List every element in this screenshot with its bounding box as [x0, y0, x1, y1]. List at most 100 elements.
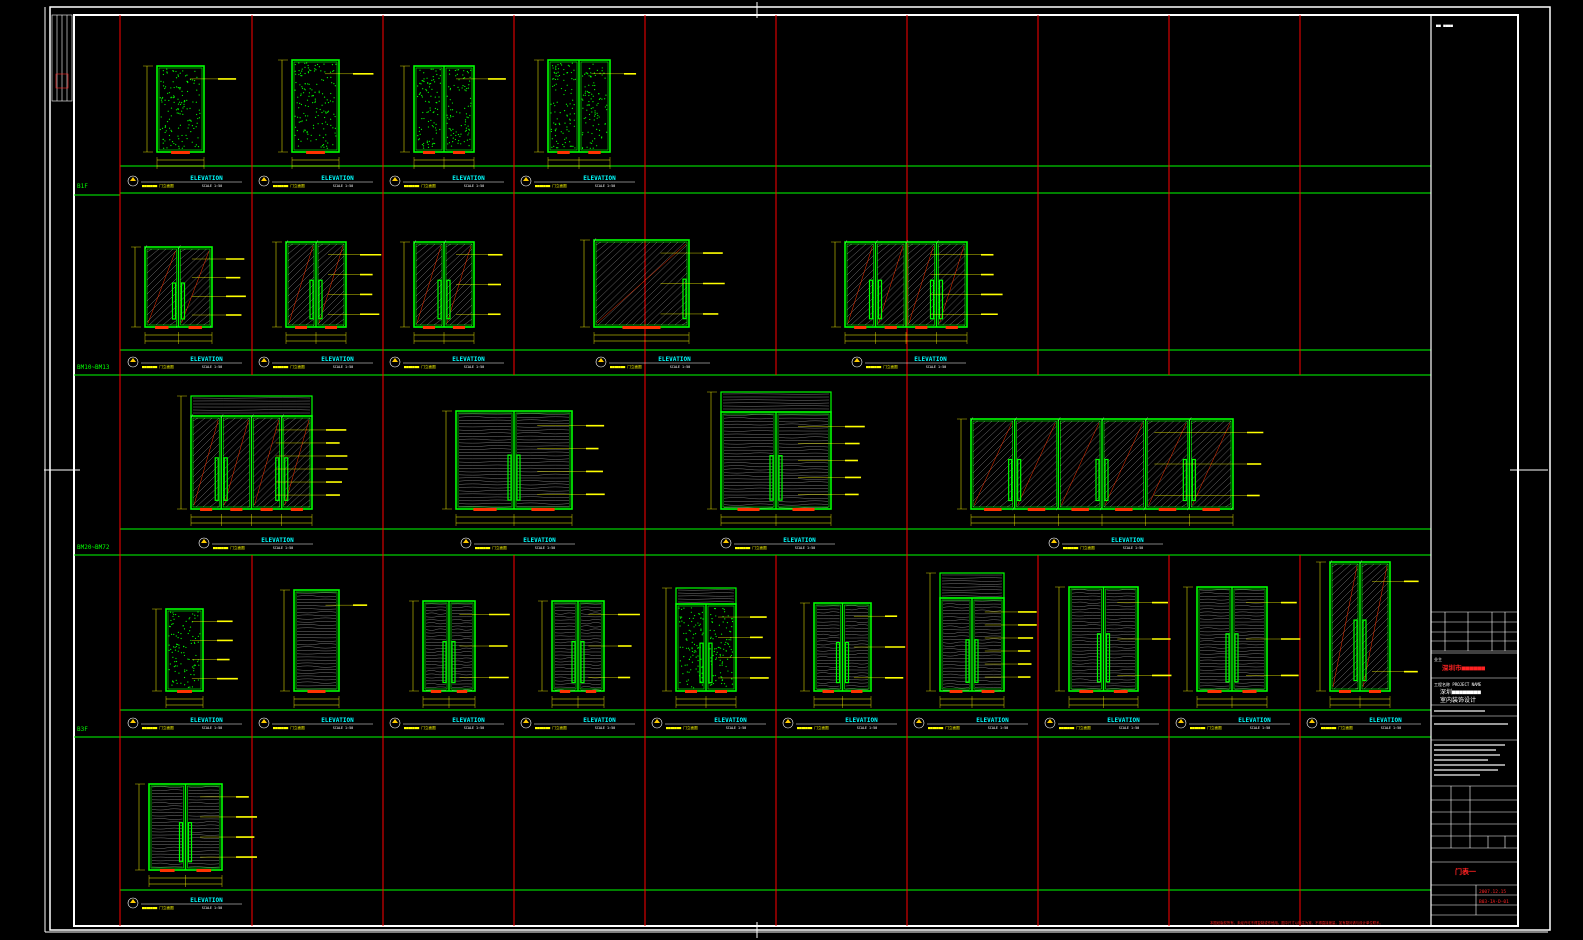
stone-texture-dot	[690, 607, 693, 609]
project-name-line-2: 室内装饰设计	[1440, 696, 1476, 704]
stone-texture-dot	[554, 134, 557, 137]
stone-texture-dot	[450, 145, 453, 147]
stone-texture-dot	[168, 625, 171, 627]
stone-texture-dot	[573, 79, 575, 81]
stone-texture-dot	[699, 623, 701, 625]
stone-texture-dot	[163, 147, 165, 149]
elevation-word: ELEVATION	[976, 717, 1009, 724]
stone-texture-dot	[593, 82, 595, 84]
stone-texture-dot	[316, 83, 318, 85]
stone-texture-dot	[468, 132, 470, 134]
stone-texture-dot	[592, 147, 594, 149]
stone-texture-dot	[585, 117, 587, 119]
stone-texture-dot	[335, 135, 337, 137]
stone-texture-dot	[327, 111, 329, 113]
stone-texture-dot	[321, 111, 323, 114]
stone-texture-dot	[309, 88, 311, 90]
stone-texture-dot	[448, 73, 451, 75]
stone-texture-dot	[325, 111, 327, 113]
stone-texture-dot	[193, 680, 196, 682]
stone-texture-dot	[601, 98, 603, 100]
elevation-word: ELEVATION	[190, 897, 223, 904]
stone-texture-dot	[553, 71, 555, 73]
stone-texture-dot	[700, 628, 702, 630]
stone-texture-dot	[691, 661, 694, 663]
tag-title: ■■■■■■■ 门立面图	[1321, 725, 1353, 730]
tag-scale: SCALE 1:50	[464, 184, 484, 188]
stone-texture-dot	[193, 670, 195, 672]
stone-texture-dot	[464, 119, 467, 121]
stone-texture-dot	[188, 119, 190, 121]
stone-texture-dot	[454, 69, 456, 72]
stone-texture-dot	[159, 128, 161, 131]
stone-texture-dot	[182, 70, 184, 72]
tag-title: ■■■■■■■ 门立面图	[666, 725, 698, 730]
elevation-word: ELEVATION	[452, 175, 485, 182]
stone-texture-dot	[462, 85, 464, 87]
stone-texture-dot	[455, 131, 457, 133]
stone-texture-dot	[470, 69, 472, 71]
stone-texture-dot	[557, 147, 559, 149]
stone-texture-dot	[450, 130, 452, 132]
stone-texture-dot	[300, 103, 303, 106]
stone-texture-dot	[303, 88, 305, 90]
stone-texture-dot	[446, 136, 449, 139]
stone-texture-dot	[715, 680, 717, 682]
stone-texture-dot	[196, 89, 198, 91]
stone-texture-dot	[315, 111, 317, 113]
stone-texture-dot	[582, 99, 584, 101]
stone-texture-dot	[690, 669, 692, 671]
floor-hinge	[1207, 690, 1222, 693]
stone-texture-dot	[693, 651, 695, 653]
stone-texture-dot	[170, 96, 172, 98]
elevation-word: ELEVATION	[190, 175, 223, 182]
stone-texture-dot	[171, 684, 173, 686]
floor-hinge	[1115, 508, 1133, 511]
stone-texture-dot	[194, 614, 196, 616]
tag-scale: SCALE 1:50	[1123, 546, 1143, 550]
stone-texture-dot	[715, 653, 717, 656]
stone-texture-dot	[701, 611, 703, 614]
elevation-word: ELEVATION	[1238, 717, 1271, 724]
stone-texture-dot	[722, 654, 724, 656]
stone-texture-dot	[569, 119, 571, 121]
stone-texture-dot	[588, 104, 590, 106]
stone-texture-dot	[432, 79, 435, 81]
stone-texture-dot	[190, 642, 192, 644]
tag-title: ■■■■■■■ 门立面图	[273, 364, 305, 369]
stone-texture-dot	[174, 665, 176, 667]
stone-texture-dot	[177, 127, 180, 129]
stone-texture-dot	[173, 633, 175, 635]
stone-texture-dot	[713, 607, 716, 610]
tag-scale: SCALE 1:50	[595, 184, 615, 188]
stone-texture-dot	[168, 649, 170, 651]
stone-texture-dot	[332, 144, 334, 146]
stone-texture-dot	[593, 115, 596, 117]
stone-texture-dot	[179, 103, 182, 106]
stone-texture-dot	[197, 679, 199, 681]
drawing-date: 2007.12.15	[1479, 889, 1506, 895]
stone-texture-dot	[184, 671, 186, 673]
row-label-1: B1F	[77, 183, 88, 190]
stone-texture-dot	[557, 64, 559, 66]
row-label-3: BM20~BM72	[77, 544, 110, 551]
floor-hinge	[325, 326, 337, 329]
stone-texture-dot	[573, 104, 575, 106]
tag-title: ■■■■■■■ 门立面图	[404, 364, 436, 369]
stone-texture-dot	[300, 94, 302, 97]
stone-texture-dot	[298, 69, 300, 72]
stone-texture-dot	[681, 608, 683, 611]
stone-texture-dot	[727, 670, 729, 672]
stone-texture-dot	[709, 684, 711, 686]
stone-texture-dot	[692, 654, 694, 656]
stone-texture-dot	[171, 130, 173, 133]
stone-texture-dot	[693, 687, 695, 689]
tag-scale: SCALE 1:50	[988, 726, 1008, 730]
stone-texture-dot	[462, 74, 464, 76]
floor-hinge	[1202, 508, 1220, 511]
stone-texture-dot	[460, 133, 462, 135]
stone-texture-dot	[728, 639, 730, 641]
stone-texture-dot	[174, 646, 176, 648]
stone-texture-dot	[559, 123, 561, 126]
stone-texture-dot	[690, 611, 692, 613]
